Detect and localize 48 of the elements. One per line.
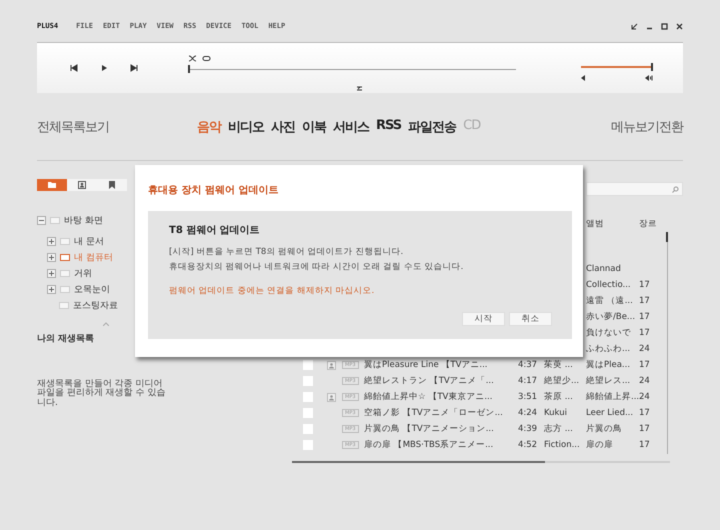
table-cell-text: 17 bbox=[639, 312, 651, 322]
table-cell-text: 絶望少... bbox=[544, 375, 580, 387]
table-cell-text: 17 bbox=[639, 408, 651, 418]
table-cell-text: 24 bbox=[639, 344, 651, 354]
table-cell-text: 4:52 bbox=[518, 440, 538, 450]
table-cell-text: 茶原 ... bbox=[544, 391, 574, 403]
table-cell-text: 遠雷 （遠... bbox=[586, 295, 634, 307]
table-cell-text: Kukui bbox=[544, 408, 568, 418]
table-cell-text: 4:39 bbox=[518, 424, 538, 434]
table-cell-text: 17 bbox=[639, 280, 651, 290]
dialog-warning: 펌웨어 업데이트 중에는 연결을 해제하지 마십시오. bbox=[169, 285, 376, 297]
table-cell-text: 3:51 bbox=[518, 392, 538, 402]
table-cell-text: 空箱ノ影 【TVアニメ「ローゼン... bbox=[364, 407, 504, 419]
dialog-heading: T8 펌웨어 업데이트 bbox=[169, 224, 261, 237]
dialog-title: 휴대용 장치 펌웨어 업데이트 bbox=[148, 184, 280, 197]
table-cell-text: 4:24 bbox=[518, 408, 538, 418]
table-cell-text: 絶望レストラン 【TVアニメ「... bbox=[364, 375, 495, 387]
table-cell-text: Leer Lied... bbox=[586, 408, 634, 418]
table-cell-text: ふわふわ... bbox=[586, 343, 632, 355]
playlist-hint: 재생목록을 만들어 각종 미디어 파일을 편리하게 재생할 수 있습니다. bbox=[37, 380, 166, 408]
table-cell-text: 24 bbox=[639, 376, 651, 386]
table-cell-text: 17 bbox=[639, 424, 651, 434]
table-cell-text: 負けないで bbox=[586, 327, 632, 339]
dialog-text: 휴대용장치의 펌웨어나 네트워크에 따라 시간이 오래 걸릴 수도 있습니다. bbox=[169, 261, 464, 273]
table-cell-text: 片翼の鳥 【TVアニメーション... bbox=[364, 423, 495, 435]
table-cell-text: 17 bbox=[639, 440, 651, 450]
table-cell-text: Collectio... bbox=[586, 280, 632, 290]
table-cell-text: 17 bbox=[639, 360, 651, 370]
dialog-text: [시작] 버튼을 누르면 T8의 펌웨어 업데이트가 진행됩니다. bbox=[169, 246, 404, 258]
table-cell-text: 茱萸 ... bbox=[544, 359, 574, 371]
table-cell-text: 17 bbox=[639, 328, 651, 338]
table-cell-text: 4:17 bbox=[518, 376, 538, 386]
table-cell: 綿飴値上昇... bbox=[586, 391, 639, 403]
table-cell-text: 翼はPlea... bbox=[586, 359, 632, 371]
table-cell-text: 赤い夢/Be... bbox=[586, 311, 636, 323]
table-cell-text: 4:37 bbox=[518, 360, 538, 370]
table-cell-text: 24 bbox=[639, 392, 651, 402]
table-cell-text: 翼はPleasure Line 【TVアニ... bbox=[364, 359, 489, 371]
playlist-title: 나의 재생목록 bbox=[37, 333, 96, 345]
table-cell-text: 扉の扉 【MBS·TBS系アニメー... bbox=[364, 439, 494, 451]
table-cell-text: 扉の扉 bbox=[586, 439, 614, 451]
table-cell-text: 絶望レス... bbox=[586, 375, 632, 387]
table-cell-text: 綿飴値上昇中☆ 【TV東京アニ... bbox=[364, 391, 494, 403]
table-cell-text: 17 bbox=[639, 296, 651, 306]
table-cell-text: 志方 ... bbox=[544, 423, 574, 435]
table-cell-text: 片翼の鳥 bbox=[586, 423, 623, 435]
table-cell-text: Clannad bbox=[586, 264, 622, 274]
table-cell-text: Fiction... bbox=[544, 440, 581, 450]
